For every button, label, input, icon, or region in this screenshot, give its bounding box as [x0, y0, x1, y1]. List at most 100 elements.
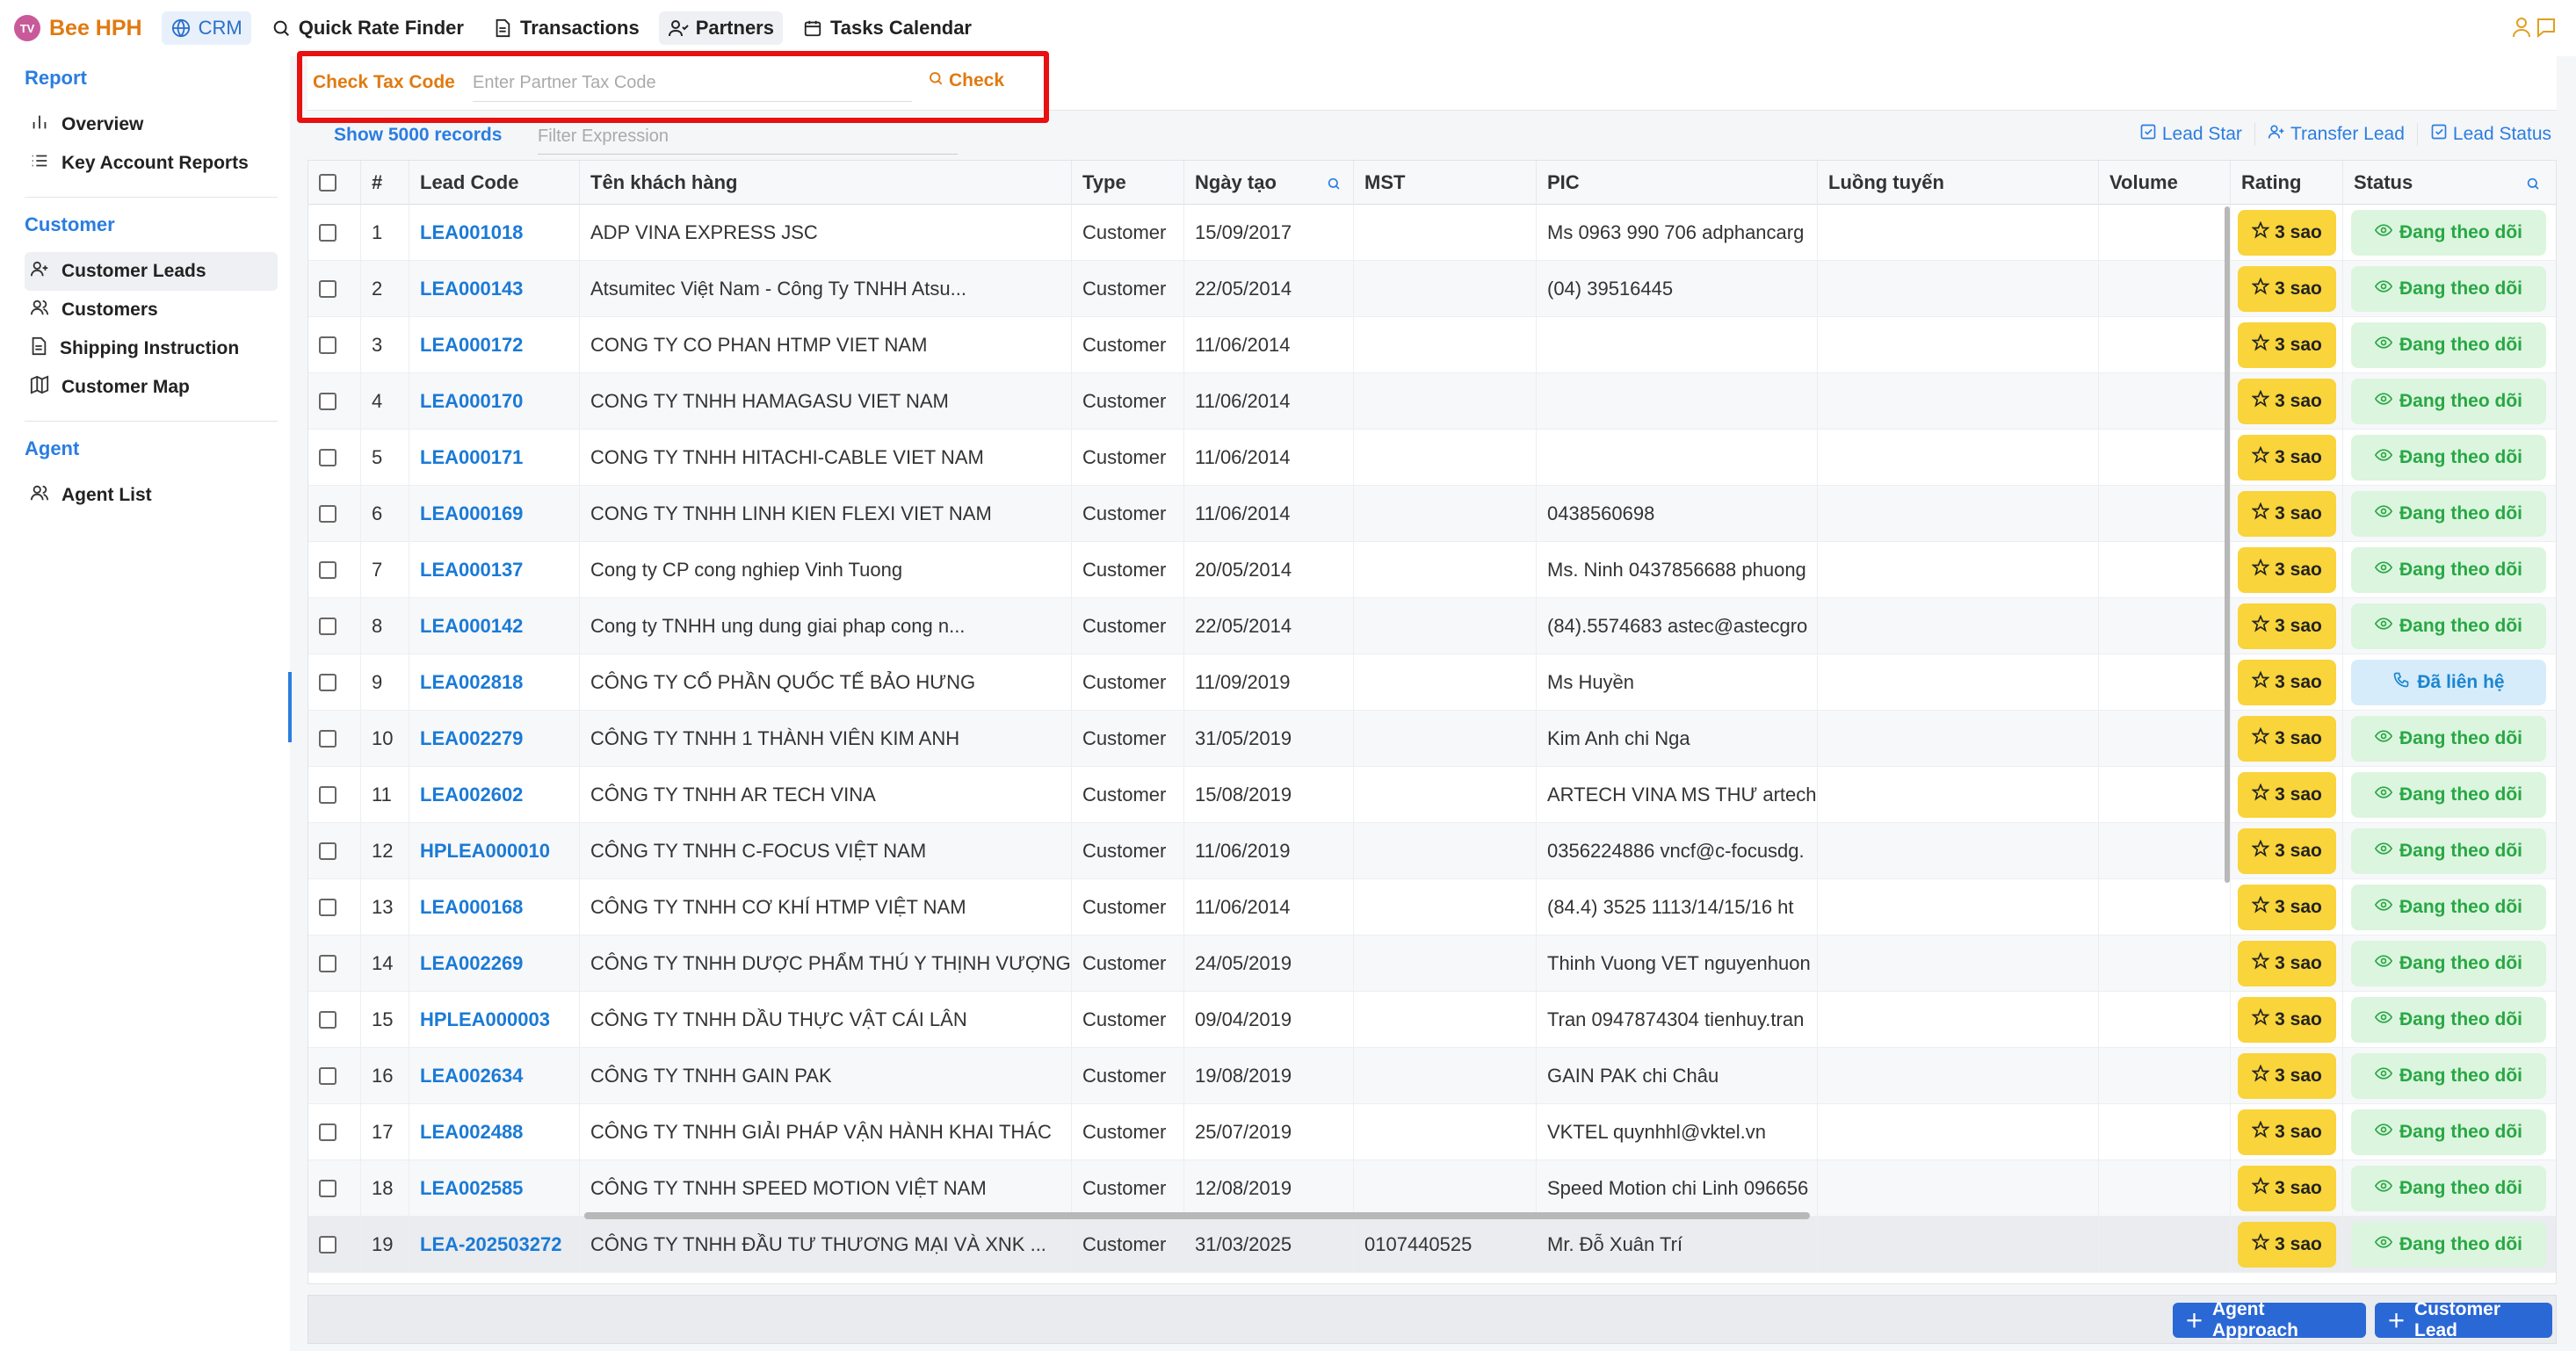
status-badge-following[interactable]: Đang theo dõi	[2351, 491, 2546, 537]
status-badge-contacted[interactable]: Đã liên hệ	[2351, 660, 2546, 705]
cell-lead-code[interactable]: LEA000171	[409, 430, 580, 486]
col-header-created-date[interactable]: Ngày tạo	[1184, 161, 1354, 205]
cell-lead-code[interactable]: LEA002634	[409, 1048, 580, 1104]
cell-lead-code[interactable]: LEA000142	[409, 598, 580, 654]
table-row[interactable]: 2 LEA000143 Atsumitec Việt Nam - Công Ty T…	[308, 261, 2556, 317]
status-badge-following[interactable]: Đang theo dõi	[2351, 1109, 2546, 1155]
col-header-route[interactable]: Luồng tuyến	[1818, 161, 2099, 205]
cell-lead-code[interactable]: HPLEA000003	[409, 992, 580, 1048]
row-checkbox[interactable]	[319, 730, 336, 748]
cell-lead-code[interactable]: HPLEA000010	[409, 823, 580, 879]
search-icon[interactable]	[1327, 163, 1341, 206]
table-row[interactable]: 10 LEA002279 CÔNG TY TNHH 1 THÀNH VIÊN KIM…	[308, 711, 2556, 767]
rating-badge[interactable]: 3 sao	[2238, 1222, 2336, 1268]
vertical-scrollbar[interactable]	[2225, 206, 2230, 883]
rating-badge[interactable]: 3 sao	[2238, 885, 2336, 930]
table-row[interactable]: 9 LEA002818 CÔNG TY CỔ PHẦN QUỐC TẾ BẢO HƯ…	[308, 654, 2556, 711]
cell-lead-code[interactable]: LEA000170	[409, 373, 580, 430]
row-checkbox[interactable]	[319, 786, 336, 804]
status-badge-following[interactable]: Đang theo dõi	[2351, 885, 2546, 930]
cell-lead-code[interactable]: LEA000172	[409, 317, 580, 373]
row-checkbox[interactable]	[319, 449, 336, 466]
rating-badge[interactable]: 3 sao	[2238, 603, 2336, 649]
user-icon[interactable]	[2511, 16, 2532, 43]
cell-lead-code[interactable]: LEA002279	[409, 711, 580, 767]
rating-badge[interactable]: 3 sao	[2238, 379, 2336, 424]
lead-star-button[interactable]: Lead Star	[2127, 123, 2242, 146]
rating-badge[interactable]: 3 sao	[2238, 322, 2336, 368]
row-checkbox[interactable]	[319, 505, 336, 523]
status-badge-following[interactable]: Đang theo dõi	[2351, 716, 2546, 762]
row-checkbox[interactable]	[319, 1180, 336, 1197]
cell-lead-code[interactable]: LEA002818	[409, 654, 580, 711]
row-checkbox[interactable]	[319, 393, 336, 410]
table-row[interactable]: 17 LEA002488 CÔNG TY TNHH GIẢI PHÁP VẬN HÀ…	[308, 1104, 2556, 1160]
status-badge-following[interactable]: Đang theo dõi	[2351, 322, 2546, 368]
nav-tasks-calendar[interactable]: Tasks Calendar	[793, 11, 980, 45]
table-row[interactable]: 16 LEA002634 CÔNG TY TNHH GAIN PAK Customer…	[308, 1048, 2556, 1104]
row-checkbox[interactable]	[319, 955, 336, 972]
nav-crm[interactable]: CRM	[161, 11, 251, 45]
table-row[interactable]: 7 LEA000137 Cong ty CP cong nghiep Vinh Tu…	[308, 542, 2556, 598]
col-header-pic[interactable]: PIC	[1537, 161, 1818, 205]
status-badge-following[interactable]: Đang theo dõi	[2351, 772, 2546, 818]
lead-status-button[interactable]: Lead Status	[2416, 123, 2551, 146]
cell-lead-code[interactable]: LEA-202503272	[409, 1217, 580, 1273]
col-header-type[interactable]: Type	[1072, 161, 1184, 205]
cell-lead-code[interactable]: LEA000169	[409, 486, 580, 542]
status-badge-following[interactable]: Đang theo dõi	[2351, 1222, 2546, 1268]
status-badge-following[interactable]: Đang theo dõi	[2351, 1053, 2546, 1099]
nav-transactions[interactable]: Transactions	[483, 11, 648, 45]
rating-badge[interactable]: 3 sao	[2238, 435, 2336, 480]
table-row[interactable]: 11 LEA002602 CÔNG TY TNHH AR TECH VINA Cust…	[308, 767, 2556, 823]
row-checkbox[interactable]	[319, 618, 336, 635]
table-row[interactable]: 5 LEA000171 CONG TY TNHH HITACHI-CABLE VIE…	[308, 430, 2556, 486]
table-row[interactable]: 19 LEA-202503272 CÔNG TY TNHH ĐẦU TƯ THƯƠN…	[308, 1217, 2556, 1273]
sidebar-item-customer-map[interactable]: Customer Map	[25, 368, 278, 407]
status-badge-following[interactable]: Đang theo dõi	[2351, 435, 2546, 480]
search-icon[interactable]	[2526, 163, 2540, 206]
brand[interactable]: TV Bee HPH	[14, 15, 142, 41]
row-checkbox[interactable]	[319, 561, 336, 579]
customer-lead-button[interactable]: ＋ Customer Lead	[2375, 1299, 2552, 1340]
table-row[interactable]: 3 LEA000172 CONG TY CO PHAN HTMP VIET NAM C…	[308, 317, 2556, 373]
chat-icon[interactable]	[2536, 16, 2557, 43]
rating-badge[interactable]: 3 sao	[2238, 210, 2336, 256]
cell-lead-code[interactable]: LEA002488	[409, 1104, 580, 1160]
sidebar-item-shipping-instruction[interactable]: Shipping Instruction	[25, 329, 278, 368]
col-header-rating[interactable]: Rating	[2231, 161, 2343, 205]
cell-lead-code[interactable]: LEA000137	[409, 542, 580, 598]
table-row[interactable]: 1 LEA001018 ADP VINA EXPRESS JSC Customer 15…	[308, 205, 2556, 261]
rating-badge[interactable]: 3 sao	[2238, 772, 2336, 818]
row-checkbox[interactable]	[319, 1236, 336, 1253]
rating-badge[interactable]: 3 sao	[2238, 828, 2336, 874]
rating-badge[interactable]: 3 sao	[2238, 716, 2336, 762]
transfer-lead-button[interactable]: Transfer Lead	[2254, 123, 2405, 146]
status-badge-following[interactable]: Đang theo dõi	[2351, 828, 2546, 874]
nav-quick-rate-finder[interactable]: Quick Rate Finder	[262, 11, 473, 45]
status-badge-following[interactable]: Đang theo dõi	[2351, 997, 2546, 1043]
rating-badge[interactable]: 3 sao	[2238, 266, 2336, 312]
col-header-volume[interactable]: Volume	[2099, 161, 2231, 205]
sidebar-item-agent-list[interactable]: Agent List	[25, 476, 278, 515]
cell-lead-code[interactable]: LEA000168	[409, 879, 580, 936]
cell-lead-code[interactable]: LEA002602	[409, 767, 580, 823]
status-badge-following[interactable]: Đang theo dõi	[2351, 379, 2546, 424]
status-badge-following[interactable]: Đang theo dõi	[2351, 941, 2546, 986]
check-button[interactable]: Check	[928, 70, 1004, 91]
col-header-status[interactable]: Status	[2343, 161, 2556, 206]
table-row[interactable]: 15 HPLEA000003 CÔNG TY TNHH DẦU THỰC VẬT C…	[308, 992, 2556, 1048]
status-badge-following[interactable]: Đang theo dõi	[2351, 547, 2546, 593]
row-checkbox[interactable]	[319, 842, 336, 860]
table-row[interactable]: 8 LEA000142 Cong ty TNHH ung dung giai pha…	[308, 598, 2556, 654]
rating-badge[interactable]: 3 sao	[2238, 660, 2336, 705]
row-checkbox[interactable]	[319, 280, 336, 298]
sidebar-resize-handle[interactable]	[288, 672, 292, 742]
status-badge-following[interactable]: Đang theo dõi	[2351, 266, 2546, 312]
tax-code-input[interactable]	[473, 65, 912, 102]
row-checkbox[interactable]	[319, 224, 336, 242]
rating-badge[interactable]: 3 sao	[2238, 1053, 2336, 1099]
col-header-lead-code[interactable]: Lead Code	[409, 161, 580, 205]
filter-expression-input[interactable]	[538, 119, 958, 155]
status-badge-following[interactable]: Đang theo dõi	[2351, 210, 2546, 256]
